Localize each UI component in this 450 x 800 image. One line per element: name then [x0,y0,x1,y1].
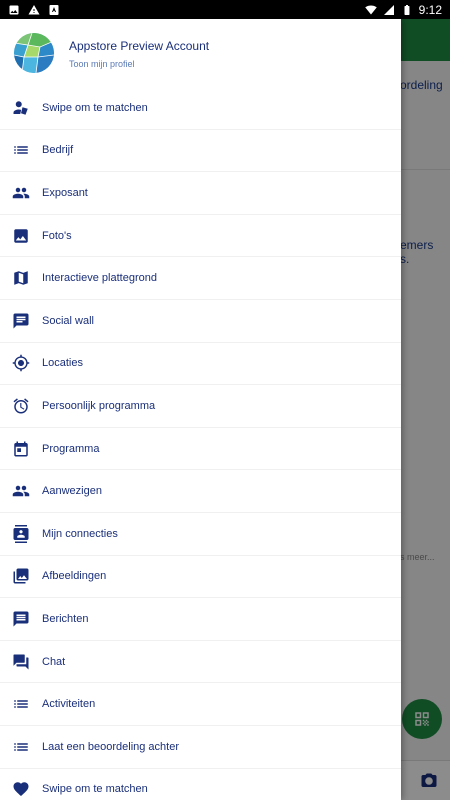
menu-item-label: Interactieve plattegrond [42,272,157,285]
menu-item-label: Swipe om te matchen [42,101,148,114]
image-notification-icon [9,5,19,14]
crosshair-icon [12,354,30,372]
calendar-icon [12,440,30,458]
list-icon [12,141,30,159]
message-icon [12,610,30,628]
map-icon [12,269,30,287]
menu-item-interactieve-plattegrond[interactable]: Interactieve plattegrond [0,257,401,300]
image-icon [12,227,30,245]
menu-item-label: Laat een beoordeling achter [42,740,179,753]
warning-icon [28,4,40,14]
list-icon [12,738,30,756]
menu-item-swipe-om-te-matchen[interactable]: Swipe om te matchen [0,769,401,800]
menu-item-label: Locaties [42,357,83,370]
menu-item-label: Aanwezigen [42,485,102,498]
battery-icon [404,4,410,15]
menu-item-locaties[interactable]: Locaties [0,343,401,386]
menu-item-label: Chat [42,655,66,668]
status-bar: 9:12 [0,0,450,19]
menu-item-swipe-om-te-matchen[interactable]: Swipe om te matchen [0,87,401,130]
menu-item-persoonlijk-programma[interactable]: Persoonlijk programma [0,385,401,428]
menu-item-afbeeldingen[interactable]: Afbeeldingen [0,556,401,599]
profile-link[interactable]: Toon mijn profiel [69,59,209,69]
menu-item-label: Persoonlijk programma [42,399,156,412]
person-swipe-icon [12,99,30,117]
photo-library-icon [12,567,30,585]
drawer-menu: Swipe om te matchen Bedrijf Exposant Foto's… [0,87,401,800]
menu-item-label: Mijn connecties [42,527,118,540]
menu-item-activiteiten[interactable]: Activiteiten [0,683,401,726]
signal-icon [383,4,394,15]
profile-name: Appstore Preview Account [69,38,210,53]
menu-item-berichten[interactable]: Berichten [0,598,401,641]
menu-item-label: Foto's [42,229,72,242]
menu-item-programma[interactable]: Programma [0,428,401,471]
people-icon [12,184,30,202]
contact-card-icon [12,524,30,543]
menu-item-label: Swipe om te matchen [42,783,148,796]
menu-item-label: Activiteiten [42,698,96,711]
app-notification-icon [49,4,59,15]
list-icon [12,695,30,713]
avatar-mosaic-image [14,33,54,73]
menu-item-label: Bedrijf [42,144,74,157]
wifi-icon [364,5,377,14]
menu-item-label: Social wall [42,314,94,327]
menu-item-foto-s[interactable]: Foto's [0,215,401,258]
navigation-drawer: Appstore Preview Account Toon mijn profi… [0,19,401,800]
profile-header[interactable]: Appstore Preview Account Toon mijn profi… [0,19,401,87]
menu-item-bedrijf[interactable]: Bedrijf [0,130,401,173]
menu-item-exposant[interactable]: Exposant [0,172,401,215]
menu-item-label: Afbeeldingen [42,570,107,583]
chat-bubble-icon [12,312,30,330]
menu-item-social-wall[interactable]: Social wall [0,300,401,343]
heart-icon [12,780,30,798]
menu-item-label: Programma [42,442,100,455]
avatar [14,33,54,73]
menu-item-label: Berichten [42,612,89,625]
menu-item-aanwezigen[interactable]: Aanwezigen [0,470,401,513]
people-icon [12,482,30,500]
forum-icon [12,653,30,671]
clock: 9:12 [418,2,442,17]
menu-item-mijn-connecties[interactable]: Mijn connecties [0,513,401,556]
menu-item-label: Exposant [42,186,88,199]
alarm-clock-icon [12,397,30,415]
menu-item-laat-een-beoordeling-achter[interactable]: Laat een beoordeling achter [0,726,401,769]
menu-item-chat[interactable]: Chat [0,641,401,684]
